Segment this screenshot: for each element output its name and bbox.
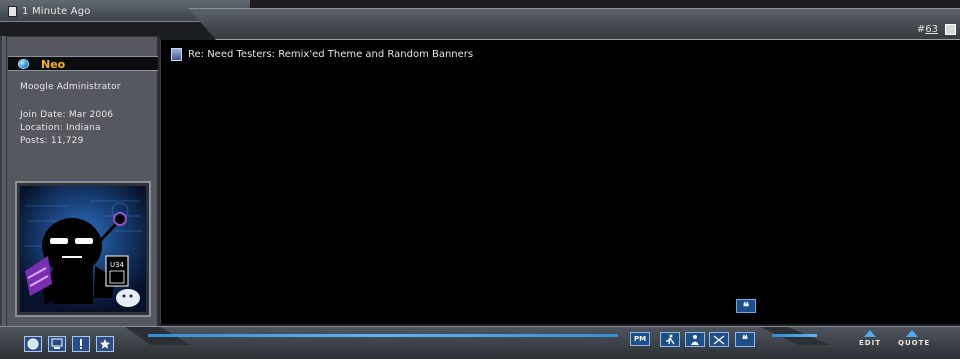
user-sidebar: Neo Moogle Administrator Join Date: Mar … (0, 36, 160, 332)
username-bar: Neo (8, 56, 158, 71)
profile-icon[interactable] (24, 336, 42, 352)
user-action-icon[interactable] (660, 332, 680, 347)
location: Location: Indiana (20, 123, 101, 133)
join-date: Join Date: Mar 2006 (20, 110, 114, 120)
edit-arrow-icon (864, 330, 876, 337)
quote-button[interactable]: QUOTE (898, 330, 931, 347)
post-number-link[interactable]: 63 (925, 24, 938, 35)
username-link[interactable]: Neo (41, 58, 65, 71)
star-shape-icon (100, 339, 110, 349)
exclamation-icon (80, 339, 82, 349)
edit-label: EDIT (859, 339, 881, 347)
avatar-image: U34 (20, 186, 146, 312)
footer-accent-stripe (148, 334, 618, 337)
private-message-button[interactable]: PM (630, 332, 650, 346)
select-post-checkbox[interactable] (945, 24, 956, 35)
post-header-right (188, 8, 960, 40)
post-count: Posts: 11,729 (20, 136, 84, 146)
monitor-icon (51, 338, 63, 349)
post-icon (171, 48, 182, 61)
network-icon (713, 334, 725, 345)
edit-button[interactable]: EDIT (856, 330, 884, 347)
avatar-frame: U34 (15, 181, 151, 317)
user-title: Moogle Administrator (20, 82, 121, 92)
post-number-prefix: # (916, 24, 926, 35)
user-info-icon[interactable] (685, 332, 705, 347)
multi-quote-button[interactable]: ❝ (735, 332, 755, 347)
info-icon[interactable] (72, 336, 90, 352)
footer-accent-stripe-right (772, 334, 817, 337)
post-timestamp: 1 Minute Ago (22, 6, 91, 17)
avatar: U34 (20, 186, 146, 312)
running-person-icon (666, 334, 675, 344)
document-icon (8, 6, 17, 17)
quote-icon: ❝ (736, 299, 756, 314)
quote-arrow-icon (906, 330, 918, 337)
user-stats: Join Date: Mar 2006 Location: Indiana Po… (20, 109, 113, 148)
avatar-badge-text: U34 (110, 261, 125, 269)
person-icon (691, 334, 699, 345)
globe-icon (27, 338, 39, 350)
quote-label: QUOTE (898, 339, 931, 347)
online-status-icon (18, 59, 29, 69)
post-title: Re: Need Testers: Remix'ed Theme and Ran… (188, 49, 474, 60)
post-content: Re: Need Testers: Remix'ed Theme and Ran… (160, 40, 960, 324)
computer-icon[interactable] (48, 336, 66, 352)
post-number: #63 (917, 24, 938, 35)
star-icon[interactable] (96, 336, 114, 352)
search-icon[interactable] (709, 332, 729, 347)
